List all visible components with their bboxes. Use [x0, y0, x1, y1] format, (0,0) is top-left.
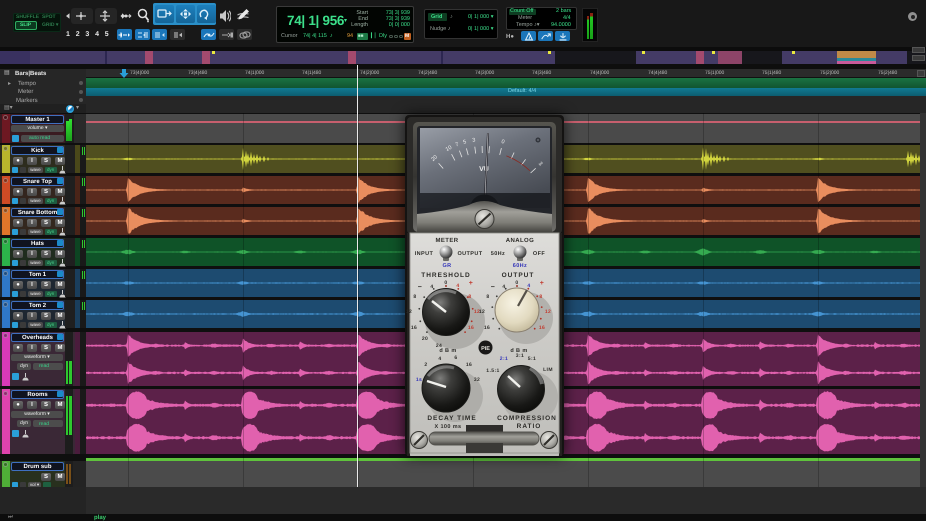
svg-text:LIM: LIM [543, 367, 553, 373]
svg-text:12: 12 [545, 309, 551, 315]
svg-text:OUTPUT: OUTPUT [502, 272, 535, 279]
svg-text:4: 4 [430, 284, 433, 290]
svg-text:32: 32 [474, 377, 480, 383]
svg-text:0: 0 [444, 280, 447, 286]
svg-text:8: 8 [413, 294, 416, 300]
svg-text:DECAY TIME: DECAY TIME [427, 415, 476, 422]
svg-text:4: 4 [438, 356, 441, 362]
svg-text:GR: GR [442, 263, 451, 269]
svg-text:4: 4 [502, 284, 505, 290]
svg-text:RATIO: RATIO [517, 423, 542, 430]
svg-text:2: 2 [424, 362, 427, 368]
svg-text:OFF: OFF [533, 251, 545, 257]
svg-text:4: 4 [456, 283, 459, 289]
svg-text:COMPRESSION: COMPRESSION [497, 415, 557, 422]
svg-text:0: 0 [515, 280, 518, 286]
svg-text:8: 8 [539, 294, 542, 300]
svg-text:6: 6 [454, 355, 457, 361]
svg-text:INPUT: INPUT [415, 251, 434, 257]
svg-text:THRESHOLD: THRESHOLD [421, 272, 470, 279]
svg-text:16: 16 [539, 325, 545, 331]
svg-text:1.5:1: 1.5:1 [486, 368, 499, 374]
svg-text:60Hz: 60Hz [513, 263, 527, 269]
svg-text:d B m: d B m [439, 348, 456, 354]
svg-text:4: 4 [527, 283, 530, 289]
svg-text:PIE: PIE [481, 346, 490, 352]
svg-text:3:1: 3:1 [516, 353, 524, 359]
svg-text:1s: 1s [416, 377, 422, 383]
svg-text:2:1: 2:1 [500, 356, 508, 362]
svg-text:8: 8 [486, 294, 489, 300]
svg-text:16: 16 [411, 325, 417, 331]
svg-text:OUTPUT: OUTPUT [457, 251, 482, 257]
svg-text:16: 16 [468, 325, 474, 331]
svg-text:5:1: 5:1 [528, 356, 536, 362]
svg-text:X 100 ms: X 100 ms [434, 424, 461, 430]
svg-text:+: + [469, 280, 474, 287]
svg-text:−: − [491, 284, 496, 291]
svg-text:20: 20 [422, 336, 428, 342]
svg-text:12: 12 [406, 309, 412, 315]
svg-text:+: + [540, 280, 545, 287]
svg-text:8: 8 [468, 294, 471, 300]
svg-text:ANALOG: ANALOG [506, 237, 534, 244]
svg-text:16: 16 [466, 362, 472, 368]
svg-text:METER: METER [436, 237, 459, 244]
svg-text:16: 16 [484, 325, 490, 331]
svg-text:12: 12 [479, 309, 485, 315]
svg-text:50Hz: 50Hz [491, 251, 505, 257]
svg-text:−: − [418, 284, 423, 291]
